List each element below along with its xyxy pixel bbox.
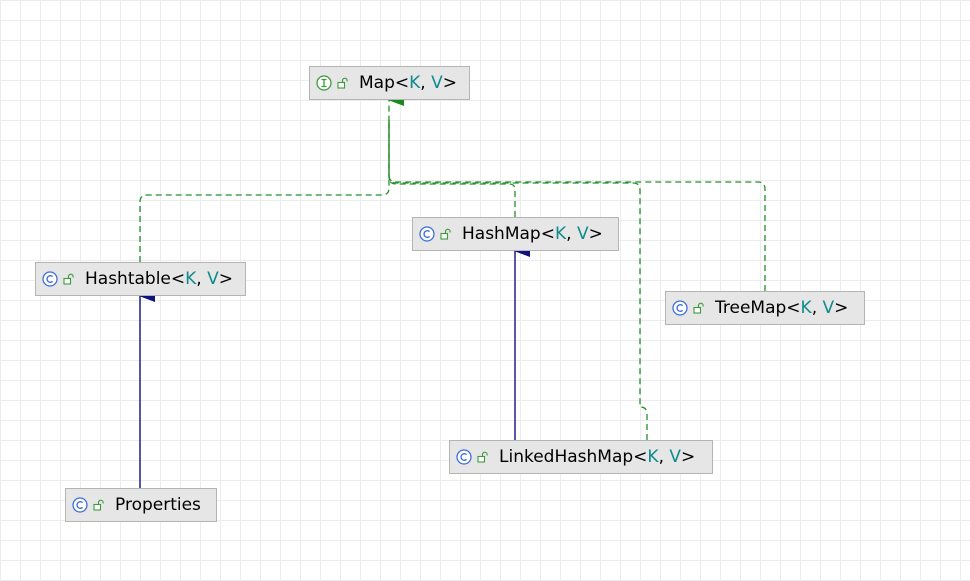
node-hashmap[interactable]: HashMap < K, V >: [412, 217, 619, 251]
edge-treemap-implements-map: [388, 94, 766, 291]
class-icon: [456, 449, 472, 465]
node-treemap[interactable]: TreeMap < K, V >: [665, 291, 865, 325]
node-hashmap-name: HashMap: [462, 224, 541, 244]
type-param-v: V: [207, 269, 219, 289]
unlocked-visibility-icon: [693, 302, 705, 314]
edge-hashtable-implements-map: [139, 120, 390, 262]
node-properties-name: Properties: [115, 495, 201, 515]
node-hashtable[interactable]: Hashtable < K, V >: [35, 262, 246, 296]
type-param-k: K: [185, 269, 197, 289]
type-param-v: V: [822, 298, 835, 318]
class-icon: [72, 497, 88, 513]
type-param-k: K: [409, 73, 421, 93]
node-linkedhashmap-name: LinkedHashMap: [499, 447, 634, 467]
edge-hashmap-implements-map: [388, 120, 516, 217]
type-param-k: K: [647, 447, 659, 467]
unlocked-visibility-icon: [337, 77, 349, 89]
unlocked-visibility-icon: [440, 228, 452, 240]
uml-diagram-canvas: Map < K, V > Hashtable < K, V > HashMap < K, V > …: [0, 0, 970, 581]
class-icon: [419, 226, 435, 242]
type-param-v: V: [431, 73, 443, 93]
type-param-k: K: [800, 298, 812, 318]
node-hashtable-name: Hashtable: [85, 269, 171, 289]
type-param-k: K: [554, 224, 567, 244]
unlocked-visibility-icon: [477, 451, 489, 463]
unlocked-visibility-icon: [93, 499, 105, 511]
type-param-v: V: [669, 447, 682, 467]
edge-linkedhashmap-implements-map: [388, 120, 648, 440]
node-treemap-name: TreeMap: [715, 298, 787, 318]
interface-icon: [316, 75, 332, 91]
unlocked-visibility-icon: [63, 273, 75, 285]
class-icon: [672, 300, 688, 316]
node-map-name: Map: [359, 73, 395, 93]
class-icon: [42, 271, 58, 287]
type-param-v: V: [576, 224, 589, 244]
node-linkedhashmap[interactable]: LinkedHashMap < K, V >: [449, 440, 713, 474]
node-map[interactable]: Map < K, V >: [309, 66, 470, 100]
node-properties[interactable]: Properties: [65, 488, 217, 522]
